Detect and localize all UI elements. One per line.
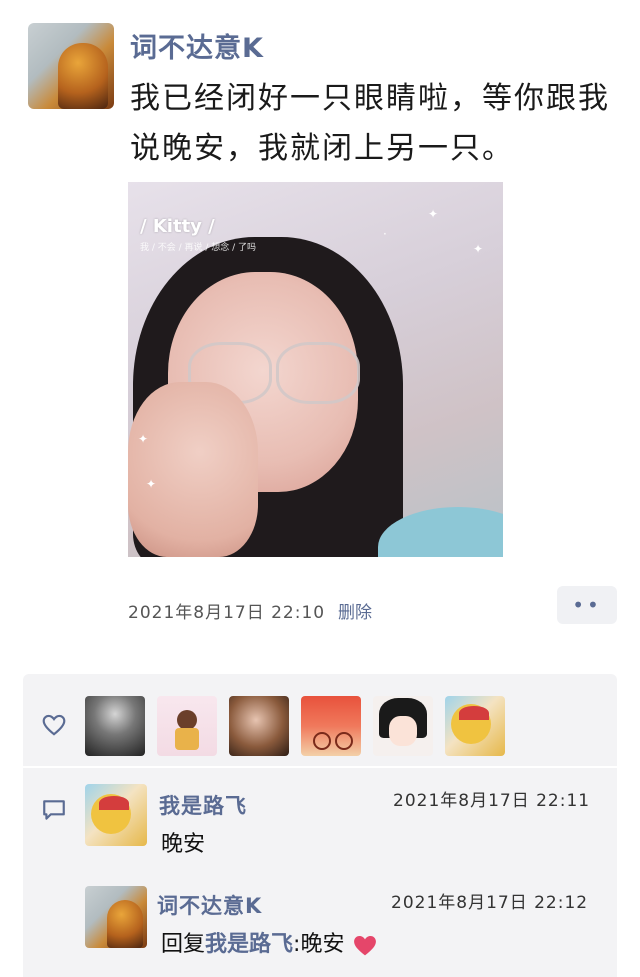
comment-icon [43,800,65,820]
likes-row [23,674,617,766]
post-timestamp: 2021年8月17日 22:10 [128,603,326,623]
more-button[interactable]: •• [557,586,617,624]
like-avatar[interactable] [301,696,361,756]
author-avatar[interactable] [28,23,114,109]
post-text: 我已经闭好一只眼睛啦，等你跟我说晚安，我就闭上另一只。 [130,81,610,166]
commenter-name[interactable]: 词不达意K [157,890,262,920]
delete-link[interactable]: 删除 [338,598,372,623]
photo-watermark: / Kitty / [140,216,215,237]
commenter-avatar[interactable] [85,784,147,846]
comment-text[interactable]: 回复我是路飞:晚安 [161,926,379,958]
interaction-panel: 我是路飞 2021年8月17日 22:11 晚安 词不达意K 2021年8月17… [23,674,617,977]
photo-watermark-sub: 我 / 不会 / 再说 / 想念 / 了吗 [140,243,257,253]
heart-outline-icon [42,714,66,736]
panel-divider [23,766,617,768]
like-avatar[interactable] [85,696,145,756]
reply-mention[interactable]: 我是路飞 [205,932,293,957]
comment-text[interactable]: 晚安 [161,826,205,858]
red-heart-icon [354,936,377,956]
comment-time: 2021年8月17日 22:12 [391,893,589,913]
post-photo[interactable]: / Kitty / 我 / 不会 / 再说 / 想念 / 了吗 ✦ ✦ ✦ ✦ … [128,182,503,557]
commenter-name[interactable]: 我是路飞 [159,790,247,820]
comment-time: 2021年8月17日 22:11 [393,791,591,811]
author-name[interactable]: 词不达意K [130,26,264,65]
like-avatar[interactable] [445,696,505,756]
commenter-avatar[interactable] [85,886,147,948]
reply-text: 晚安 [300,932,345,957]
like-avatar[interactable] [229,696,289,756]
like-avatar[interactable] [157,696,217,756]
reply-prefix: 回复 [161,932,206,957]
like-avatar[interactable] [373,696,433,756]
